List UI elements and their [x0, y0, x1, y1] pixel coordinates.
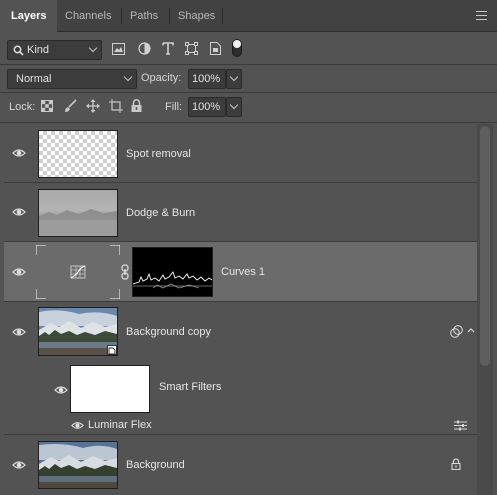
layer-thumbnail — [38, 130, 118, 178]
adjustment-thumbnail — [35, 244, 121, 300]
opacity-input[interactable]: 100% — [188, 69, 226, 89]
tab-divider — [222, 8, 223, 24]
adjustment-filter-icon[interactable] — [138, 42, 151, 55]
layer-thumbnail — [38, 307, 118, 356]
layer-name[interactable]: Smart Filters — [159, 381, 221, 393]
filter-name[interactable]: Luminar Flex — [88, 419, 152, 431]
opacity-label: Opacity: — [141, 72, 182, 84]
panel-menu-icon[interactable] — [476, 11, 487, 20]
layer-name[interactable]: Spot removal — [126, 148, 191, 160]
divider — [0, 64, 497, 65]
layer-row-curves-1[interactable]: Curves 1 — [4, 242, 477, 302]
layer-row-smart-filters[interactable]: Smart Filters — [4, 362, 477, 417]
opacity-slider-button[interactable] — [226, 69, 242, 89]
tab-layers[interactable]: Layers — [0, 0, 57, 33]
lock-artboard-icon[interactable] — [109, 99, 123, 113]
tab-paths[interactable]: Paths — [122, 0, 169, 32]
chevron-up-icon[interactable] — [467, 327, 475, 333]
chevron-down-icon — [229, 72, 239, 82]
filter-blending-options-icon[interactable] — [454, 420, 467, 431]
curves-adjustment-icon — [35, 244, 121, 300]
lock-icon — [451, 458, 461, 470]
lock-label: Lock: — [9, 101, 36, 113]
landscape-thumbnail — [39, 442, 117, 488]
layer-row-dodge-burn[interactable]: Dodge & Burn — [4, 183, 477, 242]
layer-mask-thumbnail — [132, 247, 213, 297]
chevron-down-icon — [88, 43, 98, 53]
layer-row-background[interactable]: Background — [4, 436, 477, 495]
smart-object-badge — [107, 345, 117, 355]
layer-name[interactable]: Dodge & Burn — [126, 207, 195, 219]
lock-position-icon[interactable] — [86, 99, 100, 113]
landscape-thumbnail — [39, 308, 117, 355]
blend-mode-value: Normal — [16, 73, 52, 85]
eye-icon[interactable] — [54, 383, 68, 397]
layer-name[interactable]: Background — [126, 459, 185, 471]
lock-transparent-pixels-icon[interactable] — [41, 100, 53, 112]
eye-icon[interactable] — [12, 325, 26, 339]
chevron-down-icon — [229, 100, 239, 110]
filter-kind-dropdown[interactable]: Kind — [7, 40, 102, 60]
layer-row-background-copy[interactable]: Background copy — [4, 302, 477, 362]
layer-thumbnail — [38, 441, 118, 489]
gray-landscape-thumbnail — [39, 209, 117, 236]
filter-kind-label: Kind — [27, 44, 50, 56]
blend-mode-dropdown[interactable]: Normal — [7, 69, 137, 89]
filter-toggle-icon[interactable] — [232, 39, 242, 57]
lock-all-icon[interactable] — [131, 99, 142, 112]
link-icon[interactable] — [121, 264, 129, 280]
smart-object-icon — [108, 347, 116, 355]
chevron-down-icon — [123, 72, 133, 82]
layer-row-spot-removal[interactable]: Spot removal — [4, 124, 477, 183]
layer-row-luminar-flex[interactable]: Luminar Flex — [4, 417, 477, 435]
smart-filter-mask-thumbnail — [70, 365, 150, 413]
eye-icon[interactable] — [12, 146, 26, 160]
eye-icon[interactable] — [71, 419, 84, 432]
tab-shapes[interactable]: Shapes — [170, 0, 222, 32]
smart-filter-icon[interactable] — [450, 325, 464, 338]
divider — [0, 92, 497, 93]
fill-label: Fill: — [165, 101, 183, 113]
lock-image-pixels-icon[interactable] — [64, 99, 77, 113]
smart-object-filter-icon[interactable] — [210, 42, 221, 55]
layer-name[interactable]: Curves 1 — [221, 266, 265, 278]
layer-thumbnail — [38, 189, 118, 237]
fill-input[interactable]: 100% — [188, 97, 226, 117]
type-filter-icon[interactable] — [162, 42, 174, 55]
layers-list: Spot removal Dodge & Burn Curves 1 Backg… — [4, 124, 477, 495]
shape-filter-icon[interactable] — [185, 42, 198, 55]
fill-slider-button[interactable] — [226, 97, 242, 117]
eye-icon[interactable] — [12, 205, 26, 219]
tab-channels[interactable]: Channels — [57, 0, 121, 32]
divider — [0, 122, 497, 123]
layers-scrollbar[interactable] — [477, 124, 493, 495]
eye-icon[interactable] — [12, 265, 26, 279]
mask-preview — [132, 271, 213, 289]
scrollbar-thumb[interactable] — [480, 126, 490, 366]
layer-name[interactable]: Background copy — [126, 326, 211, 338]
search-icon — [13, 45, 24, 56]
image-filter-icon[interactable] — [112, 43, 125, 55]
eye-icon[interactable] — [12, 458, 26, 472]
panel-tab-bar: Layers Channels Paths Shapes — [0, 0, 497, 33]
